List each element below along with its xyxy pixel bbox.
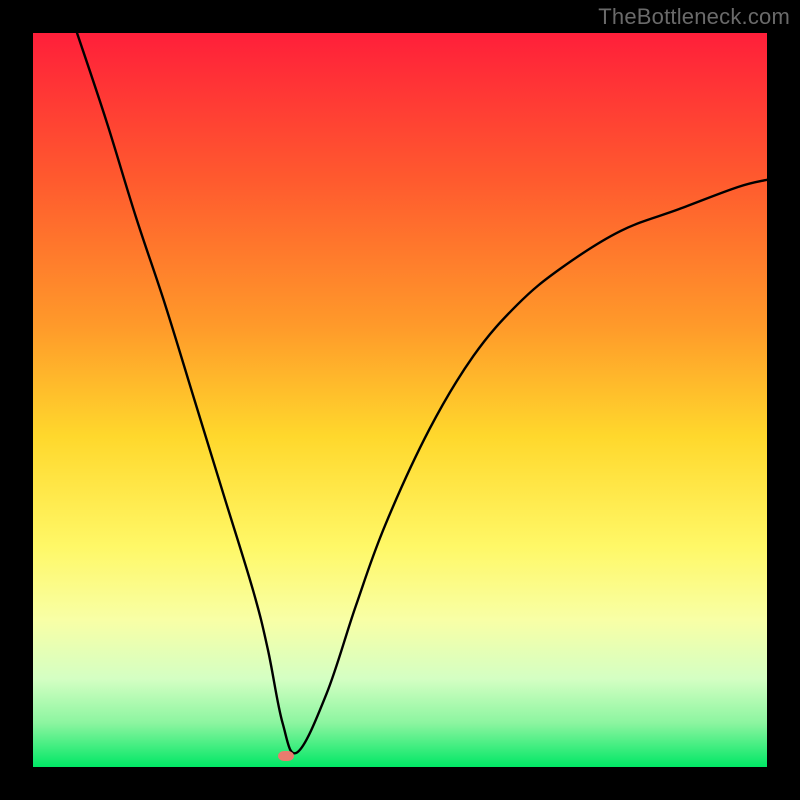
plot-area: [33, 33, 767, 767]
chart-frame: TheBottleneck.com: [0, 0, 800, 800]
watermark-text: TheBottleneck.com: [598, 4, 790, 30]
bottleneck-curve: [33, 33, 767, 767]
curve-vertex-marker: [278, 751, 294, 761]
